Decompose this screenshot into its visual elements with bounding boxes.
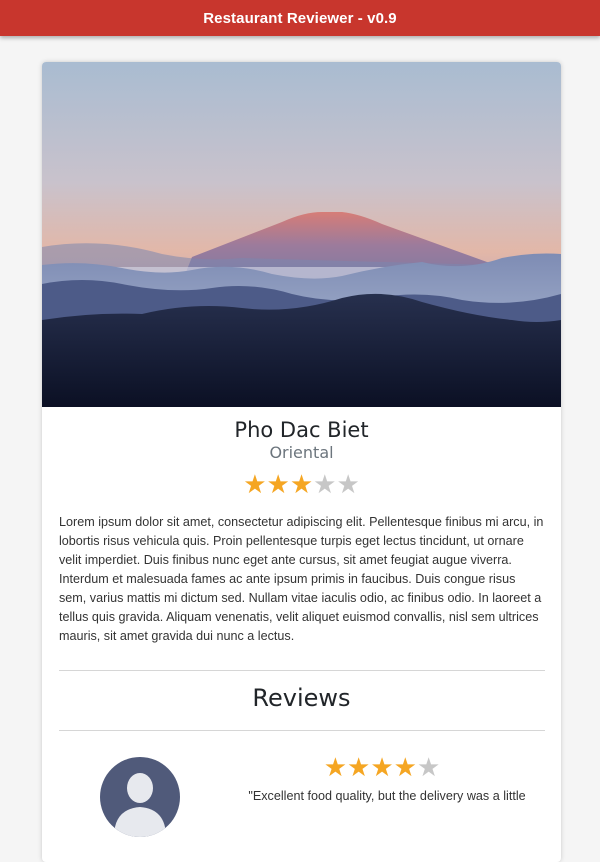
restaurant-description: Lorem ipsum dolor sit amet, consectetur … xyxy=(59,515,544,643)
star-icon: ★ xyxy=(313,470,337,500)
reviews-heading: Reviews xyxy=(252,684,351,712)
divider xyxy=(59,670,545,671)
review-text: "Excellent food quality, but the deliver… xyxy=(248,789,526,803)
restaurant-card: Pho Dac Biet Oriental ★★★★★ Lorem ipsum … xyxy=(42,62,561,862)
star-icon: ★ xyxy=(416,753,441,783)
app-title: Restaurant Reviewer - v0.9 xyxy=(203,9,397,27)
star-icon: ★ xyxy=(289,470,314,500)
star-icon: ★ xyxy=(323,753,348,783)
star-icon: ★ xyxy=(347,753,371,783)
restaurant-rating: ★★★★★ xyxy=(42,472,561,498)
restaurant-name: Pho Dac Biet xyxy=(234,418,369,442)
review-rating: ★★★★★ xyxy=(302,755,462,781)
restaurant-photo xyxy=(42,62,561,407)
star-icon: ★ xyxy=(243,470,267,500)
divider xyxy=(59,730,545,731)
star-icon: ★ xyxy=(266,470,290,500)
star-icon: ★ xyxy=(393,753,417,783)
star-icon: ★ xyxy=(370,753,394,783)
user-avatar-icon xyxy=(100,757,180,837)
app-header: Restaurant Reviewer - v0.9 xyxy=(0,0,600,36)
restaurant-cuisine: Oriental xyxy=(269,443,334,462)
star-icon: ★ xyxy=(336,470,360,500)
